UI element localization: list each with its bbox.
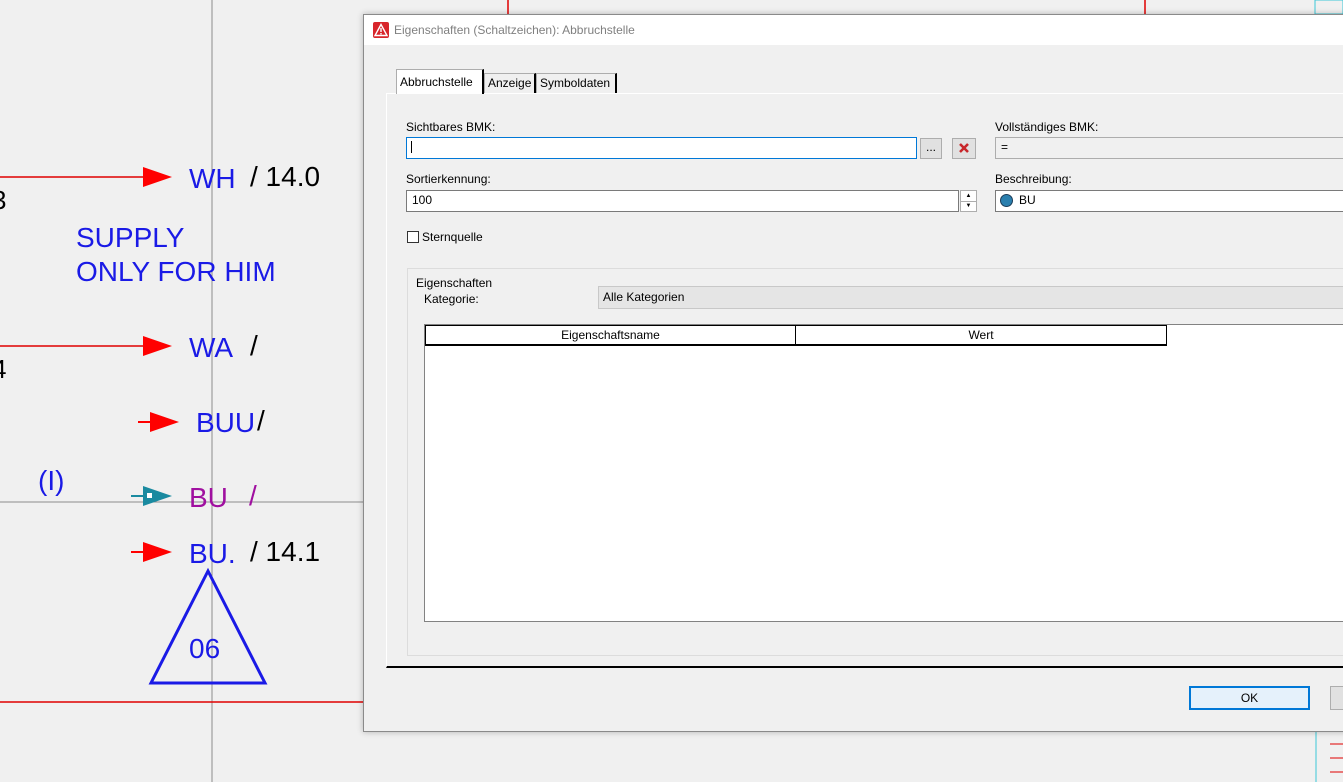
browse-button[interactable]: ...	[920, 138, 942, 159]
beschreibung-input[interactable]: BU	[995, 190, 1343, 212]
arrow-marker-bu	[147, 493, 152, 498]
dialog-title: Eigenschaften (Schaltzeichen): Abbruchst…	[394, 23, 635, 37]
globe-icon	[1000, 194, 1013, 207]
clear-button[interactable]	[952, 138, 976, 159]
beschreibung-value: BU	[1019, 193, 1036, 207]
tab-anzeige-label: Anzeige	[488, 76, 532, 90]
label-wa[interactable]: WA	[189, 332, 233, 364]
vollstaendiges-bmk-field: =	[995, 137, 1343, 159]
sortierkennung-input[interactable]: 100	[406, 190, 959, 212]
label-wh-ref[interactable]: / 14.0	[250, 161, 320, 193]
beschreibung-label: Beschreibung:	[995, 172, 1072, 186]
label-wh[interactable]: WH	[189, 163, 236, 195]
kategorie-value: Alle Kategorien	[603, 290, 685, 304]
vollstaendiges-bmk-label: Vollständiges BMK:	[995, 120, 1099, 134]
label-buu[interactable]: BUU	[196, 407, 255, 439]
label-wa-ref[interactable]: /	[250, 330, 258, 362]
label-triangle-number[interactable]: 06	[189, 633, 220, 665]
cancel-button[interactable]	[1330, 686, 1343, 710]
tab-symboldaten-label: Symboldaten	[540, 76, 611, 90]
label-supply-line2[interactable]: ONLY FOR HIM	[76, 256, 276, 288]
column-header-eigenschaftsname[interactable]: Eigenschaftsname	[425, 326, 796, 346]
edge-strip-top	[1314, 0, 1343, 15]
label-bu-dot-ref[interactable]: / 14.1	[250, 536, 320, 568]
delete-icon	[959, 143, 969, 153]
tab-abbruchstelle-label: Abbruchstelle	[400, 75, 473, 89]
kategorie-label: Kategorie:	[424, 292, 479, 306]
sternquelle-label[interactable]: Sternquelle	[422, 230, 483, 244]
vollstaendiges-bmk-value: =	[1001, 140, 1009, 154]
column-header-label: Eigenschaftsname	[561, 328, 660, 342]
ok-button[interactable]: OK	[1189, 686, 1310, 710]
sortierkennung-label: Sortierkennung:	[406, 172, 491, 186]
spin-down-icon[interactable]: ▼	[961, 201, 976, 211]
label-roman-i[interactable]: (I)	[38, 465, 64, 497]
ok-button-label: OK	[1240, 691, 1259, 705]
sternquelle-checkbox[interactable]	[407, 231, 419, 243]
dialog-titlebar[interactable]: Eigenschaften (Schaltzeichen): Abbruchst…	[364, 15, 1343, 45]
tab-abbruchstelle[interactable]: Abbruchstelle	[396, 69, 484, 94]
label-left-fragment-1: 3	[0, 185, 6, 216]
warning-icon	[373, 22, 389, 38]
label-left-fragment-2: 4	[0, 354, 6, 385]
label-bu-ref[interactable]: /	[249, 480, 257, 512]
arrow-icon-buu	[150, 412, 179, 432]
text-caret	[411, 141, 412, 153]
eigenschaften-legend: Eigenschaften	[412, 276, 497, 290]
tab-symboldaten[interactable]: Symboldaten	[536, 73, 617, 93]
column-header-wert[interactable]: Wert	[795, 326, 1167, 346]
label-supply-line1[interactable]: SUPPLY	[76, 222, 184, 254]
eigenschaften-table[interactable]: Eigenschaftsname Wert	[424, 324, 1343, 622]
sichtbares-bmk-input[interactable]	[406, 137, 917, 159]
browse-button-label: ...	[925, 140, 936, 154]
label-buu-ref[interactable]: /	[257, 405, 265, 437]
arrow-icon-wh	[143, 167, 172, 187]
tab-anzeige[interactable]: Anzeige	[484, 73, 536, 93]
properties-dialog: Eigenschaften (Schaltzeichen): Abbruchst…	[363, 14, 1343, 732]
arrow-icon-bu-dot	[143, 542, 172, 562]
kategorie-select[interactable]: Alle Kategorien	[598, 286, 1343, 309]
column-header-label: Wert	[968, 328, 994, 342]
sortierkennung-value: 100	[412, 193, 433, 207]
triangle-symbol	[148, 567, 268, 685]
arrow-icon-wa	[143, 336, 172, 356]
label-bu-dot[interactable]: BU.	[189, 538, 236, 570]
sortierkennung-spinner[interactable]: ▲ ▼	[960, 190, 977, 212]
sichtbares-bmk-label: Sichtbares BMK:	[406, 120, 496, 134]
label-bu[interactable]: BU	[189, 482, 228, 514]
